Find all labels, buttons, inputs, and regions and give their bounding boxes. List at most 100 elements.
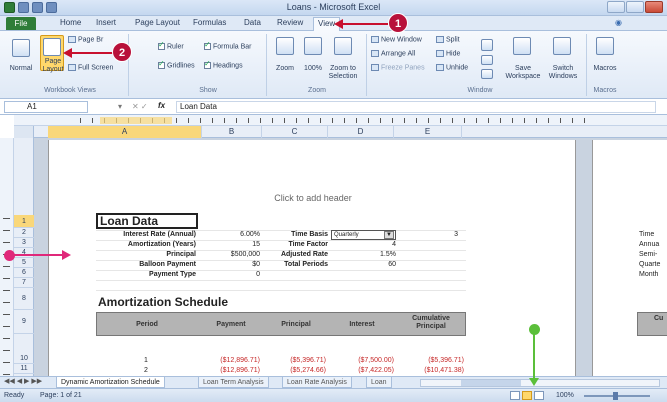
page-break-preview-button[interactable]: Page Br [68, 36, 103, 43]
row-header[interactable]: 1 [14, 215, 34, 228]
payment-type-label[interactable]: Payment Type [96, 270, 196, 279]
table-row-2-interest[interactable]: ($7,422.05) [328, 366, 394, 375]
tab-data[interactable]: Data [244, 18, 261, 27]
row-header[interactable]: 10 [14, 354, 34, 364]
total-periods-value[interactable]: 60 [338, 260, 396, 269]
amortization-label[interactable]: Amortization (Years) [96, 240, 196, 249]
time-factor-value[interactable]: 4 [338, 240, 396, 249]
tab-page-layout[interactable]: Page Layout [135, 18, 180, 27]
select-all-corner[interactable] [14, 126, 34, 138]
header-principal[interactable]: Principal [263, 321, 329, 329]
time-basis-dropdown[interactable]: Quarterly ▼ [331, 230, 396, 240]
table-row-2-period[interactable]: 2 [96, 366, 196, 375]
tab-home[interactable]: Home [60, 18, 81, 27]
sheet-nav-arrows-icon[interactable]: ◀◀ ◀ ▶ ▶▶ [4, 377, 42, 385]
payment-type-value[interactable]: 0 [208, 270, 260, 279]
switch-windows-button[interactable]: Switch Windows [543, 65, 583, 81]
gridlines-checkbox[interactable]: Gridlines [158, 59, 195, 69]
arrange-all-button[interactable]: Arrange All [371, 50, 415, 57]
row-header[interactable]: 4 [14, 248, 34, 258]
table-row-2-payment[interactable]: ($12,896.71) [198, 366, 260, 375]
table-row-1-cumulative[interactable]: ($5,396.71) [396, 356, 464, 365]
time-basis-label[interactable]: Time Basis [262, 230, 328, 239]
amortization-schedule-title[interactable]: Amortization Schedule [98, 295, 228, 309]
page-layout-button[interactable]: Page Layout [40, 35, 64, 73]
sheet-tab-loan[interactable]: Loan [366, 377, 392, 388]
save-workspace-button[interactable]: Save Workspace [503, 65, 543, 81]
table-row-1-period[interactable]: 1 [96, 356, 196, 365]
row-header[interactable]: 9 [14, 310, 34, 334]
table-row-1-interest[interactable]: ($7,500.00) [328, 356, 394, 365]
zoom-button[interactable]: Zoom [268, 65, 302, 73]
table-row-2-cumulative[interactable]: ($10,471.38) [396, 366, 464, 375]
formula-bar-checkbox[interactable]: Formula Bar [204, 40, 252, 50]
table-row-1-payment[interactable]: ($12,896.71) [198, 356, 260, 365]
ruler-checkbox[interactable]: Ruler [158, 40, 184, 50]
normal-view-status-icon[interactable] [510, 391, 520, 400]
column-header-c[interactable]: C [262, 126, 328, 138]
scrollbar-thumb[interactable] [461, 380, 521, 386]
page2-cell[interactable]: Month [639, 270, 658, 279]
header-payment[interactable]: Payment [201, 321, 261, 329]
tab-insert[interactable]: Insert [96, 18, 116, 27]
new-window-button[interactable]: New Window [371, 36, 422, 43]
row-header[interactable]: 11 [14, 364, 34, 374]
freeze-panes-button[interactable]: Freeze Panes [371, 64, 425, 71]
column-header-e[interactable]: E [394, 126, 462, 138]
extra-value-cell[interactable]: 3 [428, 230, 458, 239]
page-break-status-icon[interactable] [534, 391, 544, 400]
adjusted-rate-label[interactable]: Adjusted Rate [262, 250, 328, 259]
page2-cell[interactable]: Time [639, 230, 654, 239]
table-row-2-principal[interactable]: ($5,274.66) [262, 366, 326, 375]
view-side-by-side-icon[interactable] [481, 39, 493, 51]
formula-input[interactable]: Loan Data [176, 101, 656, 113]
normal-view-button[interactable]: Normal [4, 65, 38, 73]
sheet-tab-dynamic-amortization[interactable]: Dynamic Amortization Schedule [56, 377, 165, 388]
column-header-d[interactable]: D [328, 126, 394, 138]
table-row-1-principal[interactable]: ($5,396.71) [262, 356, 326, 365]
header-interest[interactable]: Interest [329, 321, 395, 329]
amortization-value[interactable]: 15 [208, 240, 260, 249]
loan-data-title-cell[interactable]: Loan Data [96, 213, 198, 229]
balloon-payment-label[interactable]: Balloon Payment [96, 260, 196, 269]
tab-review[interactable]: Review [277, 18, 303, 27]
macros-button[interactable]: Macros [588, 65, 622, 73]
header-period[interactable]: Period [97, 321, 197, 329]
close-button[interactable] [645, 1, 663, 13]
column-header-a[interactable]: A [48, 126, 202, 138]
row-header[interactable]: 6 [14, 268, 34, 278]
time-factor-label[interactable]: Time Factor [262, 240, 328, 249]
tab-file[interactable]: File [6, 17, 36, 30]
column-header-b[interactable]: B [202, 126, 262, 138]
zoom-level[interactable]: 100% [556, 392, 574, 399]
adjusted-rate-value[interactable]: 1.5% [338, 250, 396, 259]
row-header[interactable]: 8 [14, 288, 34, 310]
sync-scrolling-icon[interactable] [481, 55, 493, 65]
dropdown-arrow-icon[interactable]: ▼ [384, 231, 394, 239]
row-header[interactable]: 2 [14, 228, 34, 238]
unhide-button[interactable]: Unhide [436, 64, 468, 71]
total-periods-label[interactable]: Total Periods [262, 260, 328, 269]
interest-rate-label[interactable]: Interest Rate (Annual) [96, 230, 196, 239]
page2-cell[interactable]: Annua [639, 240, 659, 249]
reset-window-icon[interactable] [481, 69, 493, 79]
name-box-dropdown-icon[interactable]: ▾ [118, 102, 122, 111]
horizontal-scrollbar[interactable] [420, 379, 660, 387]
sheet-tab-loan-term-analysis[interactable]: Loan Term Analysis [198, 377, 269, 388]
page2-cell[interactable]: Quarte [639, 260, 660, 269]
principal-value[interactable]: $500,000 [208, 250, 260, 259]
row-header[interactable]: 7 [14, 278, 34, 288]
row-header[interactable]: 3 [14, 238, 34, 248]
sheet-tab-loan-rate-analysis[interactable]: Loan Rate Analysis [282, 377, 352, 388]
interest-rate-value[interactable]: 6.00% [208, 230, 260, 239]
hide-button[interactable]: Hide [436, 50, 460, 57]
balloon-payment-value[interactable]: $0 [208, 260, 260, 269]
headings-checkbox[interactable]: Headings [204, 59, 243, 69]
header-cumulative-principal[interactable]: Cumulative Principal [397, 315, 465, 331]
tab-formulas[interactable]: Formulas [193, 18, 226, 27]
page-layout-status-icon[interactable] [522, 391, 532, 400]
insert-function-icon[interactable]: fx [158, 101, 165, 110]
row-header[interactable]: 5 [14, 258, 34, 268]
maximize-button[interactable] [626, 1, 644, 13]
split-button[interactable]: Split [436, 36, 460, 43]
